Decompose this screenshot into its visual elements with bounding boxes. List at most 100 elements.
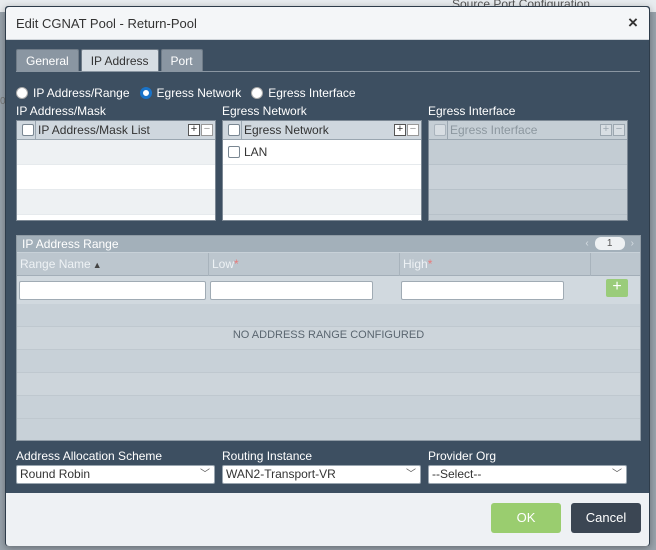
ip-range-body	[17, 304, 640, 441]
radio-egress-network[interactable]: Egress Network	[139, 86, 242, 100]
select-all-checkbox[interactable]	[22, 124, 34, 136]
column-range-name[interactable]: Range Name ▲	[17, 253, 209, 276]
egress-network-section-label: Egress Network	[222, 104, 307, 118]
provider-org-label: Provider Org	[428, 449, 497, 463]
provider-org-value: --Select--	[432, 467, 482, 481]
add-icon[interactable]: +	[188, 124, 200, 136]
empty-row	[17, 190, 215, 215]
egress-interface-column-label: Egress Interface	[450, 123, 538, 137]
column-divider	[241, 121, 242, 140]
provider-org-select[interactable]: --Select-- ﹀	[428, 465, 627, 484]
allocation-scheme-select[interactable]: Round Robin ﹀	[16, 465, 215, 484]
egress-interface-section-label: Egress Interface	[428, 104, 516, 118]
empty-row	[17, 373, 640, 396]
remove-icon: −	[613, 124, 625, 136]
remove-icon[interactable]: −	[201, 124, 213, 136]
empty-row	[429, 165, 627, 190]
egress-network-grid: Egress Network + − LAN	[222, 120, 422, 221]
empty-row	[17, 140, 215, 165]
radio-label: Egress Interface	[268, 86, 356, 100]
radio-off-icon	[251, 87, 264, 99]
column-label: Low	[212, 257, 235, 271]
next-page-icon[interactable]: ›	[631, 238, 634, 249]
empty-row	[429, 140, 627, 165]
radio-off-icon	[16, 87, 28, 99]
ip-mask-column-label: IP Address/Mask List	[38, 123, 150, 137]
tab-ip-address[interactable]: IP Address	[80, 49, 159, 71]
table-row[interactable]: LAN	[223, 140, 421, 165]
radio-label: IP Address/Range	[33, 86, 130, 100]
empty-row	[17, 165, 215, 190]
page-number[interactable]: 1	[594, 237, 625, 250]
egress-network-name: LAN	[244, 145, 268, 159]
empty-row	[17, 350, 640, 373]
ip-range-header: Range Name ▲ Low* High*	[17, 253, 640, 276]
ip-mask-section-label: IP Address/Mask	[16, 104, 106, 118]
column-actions	[591, 253, 640, 276]
column-label: High	[403, 257, 428, 271]
low-input[interactable]	[210, 280, 373, 300]
routing-instance-value: WAN2-Transport-VR	[226, 467, 336, 481]
column-high[interactable]: High*	[400, 253, 591, 276]
ok-button[interactable]: OK	[491, 503, 561, 533]
empty-row	[223, 190, 421, 215]
edit-cgnat-pool-dialog: Edit CGNAT Pool - Return-Pool × General …	[5, 6, 650, 546]
tab-divider	[16, 71, 640, 72]
remove-icon[interactable]: −	[407, 124, 419, 136]
grid-actions: + −	[393, 124, 419, 136]
allocation-scheme-label: Address Allocation Scheme	[16, 449, 163, 463]
ip-mask-grid-header: IP Address/Mask List + −	[17, 121, 215, 140]
dialog-footer: OK Cancel	[6, 493, 649, 546]
source-type-radio-group: IP Address/Range Egress Network Egress I…	[16, 85, 366, 101]
ip-range-section-label: IP Address Range	[17, 236, 640, 252]
add-range-button[interactable]: +	[606, 279, 628, 297]
empty-row	[17, 396, 640, 419]
dialog-title: Edit CGNAT Pool - Return-Pool	[16, 16, 197, 31]
required-marker: *	[234, 257, 239, 271]
column-divider	[447, 121, 448, 140]
radio-label: Egress Network	[156, 86, 242, 100]
tab-bar: General IP Address Port	[16, 49, 205, 71]
prev-page-icon[interactable]: ‹	[585, 238, 588, 249]
add-icon[interactable]: +	[394, 124, 406, 136]
routing-instance-label: Routing Instance	[222, 449, 313, 463]
column-divider	[35, 121, 36, 140]
tab-general[interactable]: General	[16, 49, 79, 71]
select-all-checkbox[interactable]	[228, 124, 240, 136]
tab-port[interactable]: Port	[160, 49, 203, 71]
egress-interface-grid: Egress Interface + −	[428, 120, 628, 221]
grid-actions: + −	[187, 124, 213, 136]
cancel-button[interactable]: Cancel	[571, 503, 641, 533]
ip-range-grid: IP Address Range ‹ 1 › Range Name ▲ Low* …	[16, 235, 641, 441]
egress-interface-grid-header: Egress Interface + −	[429, 121, 627, 140]
egress-network-grid-header: Egress Network + −	[223, 121, 421, 140]
range-name-input[interactable]	[19, 280, 206, 300]
egress-network-column-label: Egress Network	[244, 123, 329, 137]
pager: ‹ 1 ›	[585, 236, 634, 251]
ip-mask-grid: IP Address/Mask List + −	[16, 120, 216, 221]
empty-row	[429, 190, 627, 215]
radio-egress-interface[interactable]: Egress Interface	[251, 86, 356, 100]
add-icon: +	[600, 124, 612, 136]
sort-icon[interactable]: ▲	[93, 254, 102, 277]
grid-actions: + −	[599, 124, 625, 136]
radio-on-icon	[139, 87, 152, 99]
empty-state-message: NO ADDRESS RANGE CONFIGURED	[232, 329, 425, 341]
empty-row	[223, 165, 421, 190]
chevron-down-icon: ﹀	[612, 469, 622, 480]
radio-ip-address-range[interactable]: IP Address/Range	[16, 86, 130, 100]
row-checkbox[interactable]	[228, 146, 240, 158]
dialog-header: Edit CGNAT Pool - Return-Pool ×	[6, 7, 649, 40]
allocation-scheme-value: Round Robin	[20, 467, 91, 481]
column-low[interactable]: Low*	[209, 253, 400, 276]
chevron-down-icon: ﹀	[200, 469, 210, 480]
column-label: Range Name	[20, 257, 91, 271]
close-icon[interactable]: ×	[625, 14, 641, 31]
high-input[interactable]	[401, 280, 564, 300]
routing-instance-select[interactable]: WAN2-Transport-VR ﹀	[222, 465, 421, 484]
chevron-down-icon: ﹀	[406, 469, 416, 480]
ip-range-input-row	[17, 276, 640, 304]
empty-row	[17, 304, 640, 327]
required-marker: *	[427, 257, 433, 271]
select-all-checkbox	[434, 124, 446, 136]
